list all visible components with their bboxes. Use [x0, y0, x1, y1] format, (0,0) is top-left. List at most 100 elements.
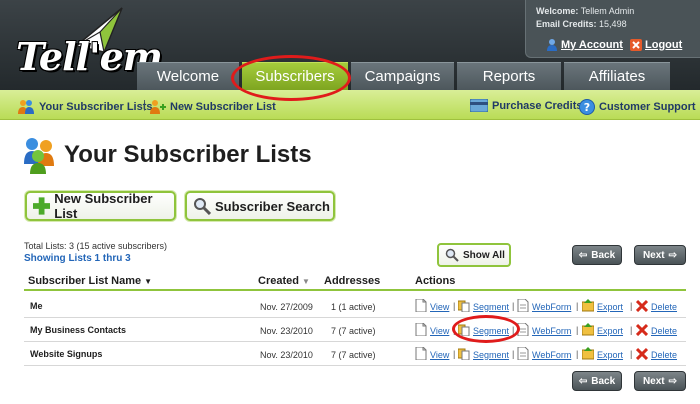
- created-date: Nov. 23/2010: [260, 326, 313, 336]
- search-icon: [445, 248, 459, 262]
- tab-welcome[interactable]: Welcome: [137, 62, 239, 90]
- customer-support-link[interactable]: ? Customer Support: [579, 99, 696, 115]
- tab-affiliates-label: Affiliates: [588, 68, 646, 85]
- export-action-link[interactable]: Export: [582, 323, 623, 338]
- svg-text:?: ?: [584, 101, 590, 114]
- next-label: Next: [642, 375, 665, 387]
- export-action-label: Export: [597, 349, 624, 360]
- view-action-link[interactable]: View: [415, 347, 449, 362]
- next-label: Next: [642, 249, 665, 261]
- webform-action-link[interactable]: WebForm: [517, 299, 571, 314]
- subscriber-lists-icon: [24, 138, 54, 174]
- delete-icon: [636, 299, 648, 314]
- export-icon: [582, 323, 594, 338]
- segment-action-label: Segment: [473, 325, 510, 336]
- tab-reports-label: Reports: [482, 68, 536, 85]
- column-header-created-label: Created: [258, 275, 299, 287]
- view-action-link[interactable]: View: [415, 299, 449, 314]
- view-action-link[interactable]: View: [415, 323, 449, 338]
- segment-action-label: Segment: [473, 301, 510, 312]
- subnav-new-list-label: New Subscriber List: [170, 100, 276, 113]
- column-header-name[interactable]: Subscriber List Name ▼: [28, 275, 152, 287]
- close-icon: [630, 39, 642, 51]
- webform-icon: [517, 347, 529, 362]
- showing-lists-text: Showing Lists 1 thru 3: [24, 253, 131, 264]
- list-name[interactable]: Me: [30, 301, 43, 311]
- credits-line: Email Credits: 15,498: [536, 19, 627, 29]
- list-name[interactable]: My Business Contacts: [30, 325, 126, 335]
- action-separator: |: [512, 325, 515, 335]
- subscriber-search-button[interactable]: Subscriber Search: [185, 191, 335, 221]
- subnav-new-list-link[interactable]: New Subscriber List: [149, 99, 276, 114]
- column-header-addresses: Addresses: [324, 275, 381, 287]
- credits-value: 15,498: [599, 19, 627, 29]
- my-account-label: My Account: [561, 38, 623, 51]
- created-date: Nov. 23/2010: [260, 350, 313, 360]
- segment-icon: [458, 323, 470, 338]
- purchase-credits-label: Purchase Credits: [492, 99, 583, 112]
- back-label: Back: [591, 375, 616, 387]
- list-name[interactable]: Website Signups: [30, 349, 102, 359]
- webform-action-link[interactable]: WebForm: [517, 323, 571, 338]
- next-button-bottom[interactable]: Next ⇨: [634, 371, 686, 391]
- back-label: Back: [591, 249, 616, 261]
- delete-icon: [636, 347, 648, 362]
- back-button-bottom[interactable]: ⇦ Back: [572, 371, 622, 391]
- address-count: 7 (7 active): [331, 350, 376, 360]
- export-action-link[interactable]: Export: [582, 347, 623, 362]
- subnav-your-lists-label: Your Subscriber Lists: [39, 100, 153, 113]
- export-icon: [582, 347, 594, 362]
- segment-icon: [458, 299, 470, 314]
- delete-action-link[interactable]: Delete: [636, 347, 677, 362]
- column-header-actions: Actions: [415, 275, 456, 287]
- tab-subscribers[interactable]: Subscribers: [242, 62, 348, 90]
- logout-link[interactable]: Logout: [630, 38, 682, 51]
- webform-action-label: WebForm: [532, 349, 572, 360]
- user-icon: [547, 39, 557, 51]
- action-separator: |: [453, 301, 456, 311]
- tab-reports[interactable]: Reports: [457, 62, 561, 90]
- back-arrow-icon: ⇦: [578, 375, 588, 387]
- column-header-created[interactable]: Created ▼: [258, 275, 310, 287]
- delete-action-link[interactable]: Delete: [636, 299, 677, 314]
- tab-affiliates[interactable]: Affiliates: [564, 62, 670, 90]
- webform-icon: [517, 323, 529, 338]
- page-title: Your Subscriber Lists: [64, 141, 312, 168]
- delete-action-link[interactable]: Delete: [636, 323, 677, 338]
- new-subscriber-list-button[interactable]: New Subscriber List: [25, 191, 176, 221]
- purchase-credits-link[interactable]: Purchase Credits: [470, 99, 582, 112]
- my-account-link[interactable]: My Account: [546, 38, 623, 51]
- back-button-top[interactable]: ⇦ Back: [572, 245, 622, 265]
- webform-action-link[interactable]: WebForm: [517, 347, 571, 362]
- tab-welcome-label: Welcome: [156, 68, 220, 85]
- next-arrow-icon: ⇨: [668, 375, 678, 387]
- view-action-label: View: [430, 301, 450, 312]
- segment-icon: [458, 347, 470, 362]
- segment-action-link[interactable]: Segment: [458, 299, 509, 314]
- delete-action-label: Delete: [651, 325, 678, 336]
- webform-action-label: WebForm: [532, 325, 572, 336]
- address-count: 7 (7 active): [331, 326, 376, 336]
- credits-label: Email Credits:: [536, 19, 597, 29]
- webform-icon: [517, 299, 529, 314]
- next-button-top[interactable]: Next ⇨: [634, 245, 686, 265]
- column-header-name-label: Subscriber List Name: [28, 275, 142, 287]
- table-row: Me Nov. 27/2009 1 (1 active) View Segment Web…: [24, 294, 686, 318]
- tab-campaigns-label: Campaigns: [364, 68, 441, 85]
- show-all-button[interactable]: Show All: [437, 243, 511, 267]
- action-separator: |: [576, 325, 579, 335]
- sort-desc-icon: ▼: [144, 277, 153, 286]
- action-separator: |: [576, 301, 579, 311]
- segment-action-link[interactable]: Segment: [458, 323, 509, 338]
- next-arrow-icon: ⇨: [668, 249, 678, 261]
- created-date: Nov. 27/2009: [260, 302, 313, 312]
- table-row: My Business Contacts Nov. 23/2010 7 (7 act…: [24, 318, 686, 342]
- segment-action-link[interactable]: Segment: [458, 347, 509, 362]
- tab-campaigns[interactable]: Campaigns: [351, 62, 454, 90]
- action-separator: |: [512, 301, 515, 311]
- action-separator: |: [630, 325, 633, 335]
- export-action-link[interactable]: Export: [582, 299, 623, 314]
- subnav-your-lists-link[interactable]: Your Subscriber Lists: [18, 99, 153, 114]
- delete-icon: [636, 323, 648, 338]
- logout-label: Logout: [645, 38, 683, 51]
